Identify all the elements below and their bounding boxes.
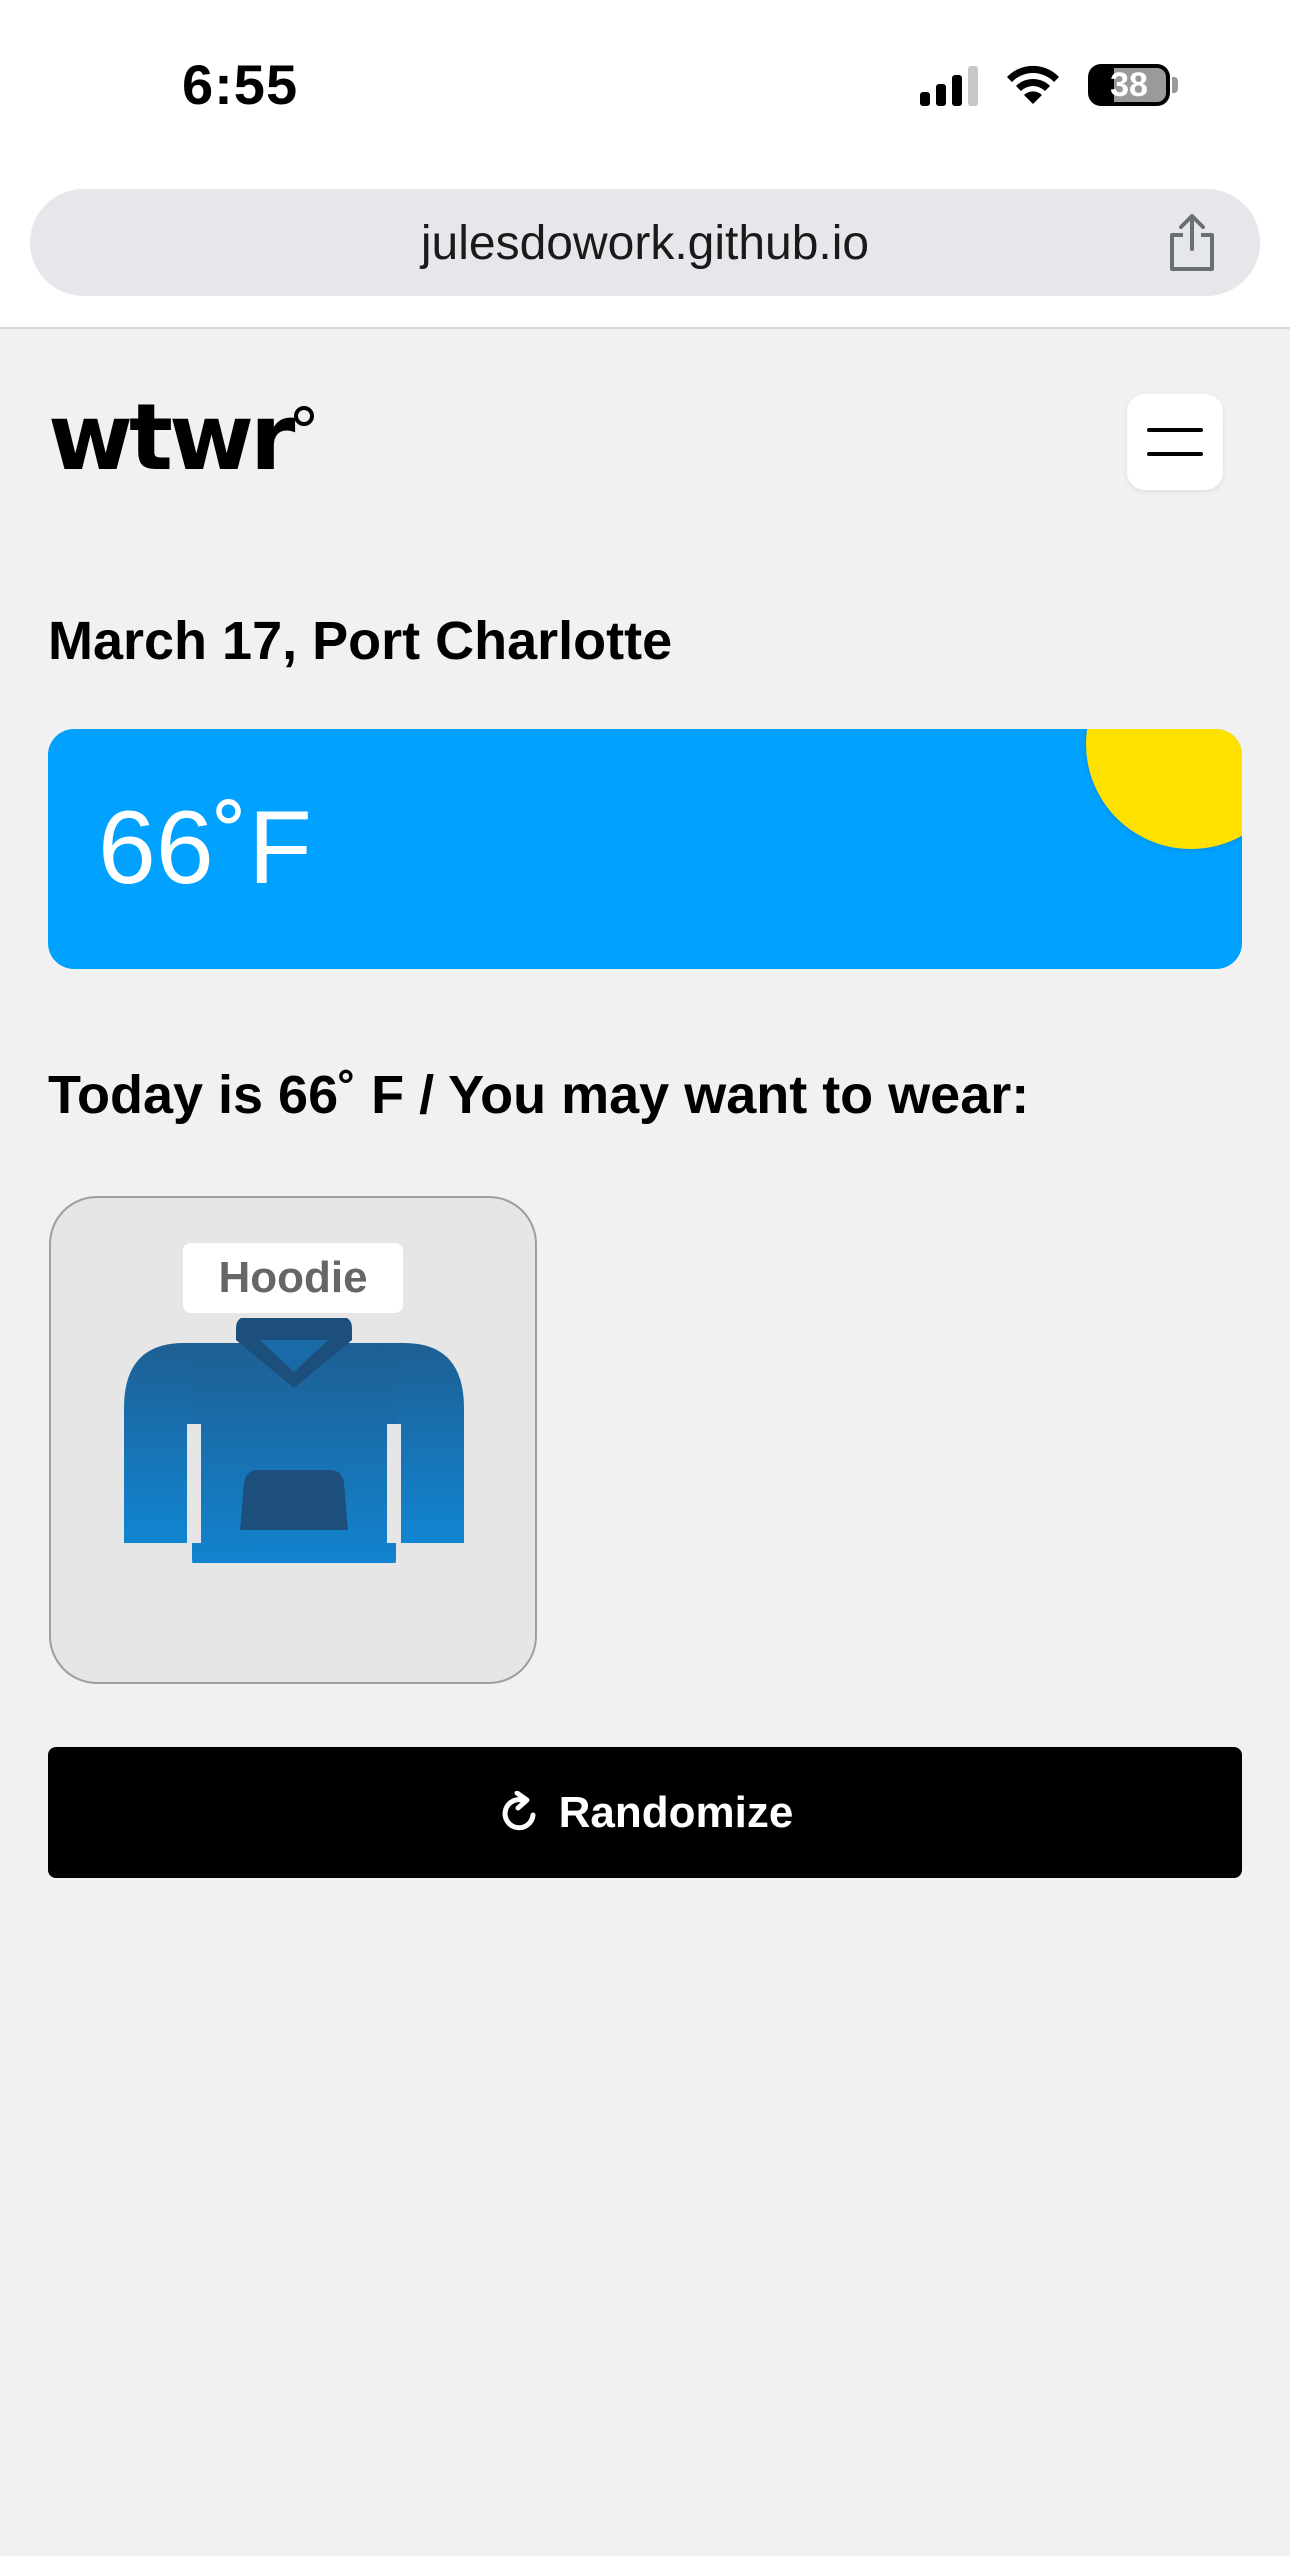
randomize-button[interactable]: Randomize (48, 1747, 1242, 1878)
date-location: March 17, Port Charlotte (48, 611, 673, 671)
cellular-signal-icon (920, 64, 978, 106)
battery-icon: 38 (1088, 64, 1170, 106)
randomize-label: Randomize (558, 1787, 794, 1837)
logo-degree-mark (294, 406, 314, 426)
wifi-icon (1007, 65, 1059, 104)
refresh-icon (502, 1790, 536, 1830)
url-text: julesdowork.github.io (420, 217, 870, 270)
battery-level: 38 (1110, 65, 1148, 104)
address-bar[interactable]: julesdowork.github.io (30, 189, 1260, 296)
recommendation-text: Today is 66˚ F / You may want to wear: (48, 1065, 1030, 1125)
temperature: 66˚F (98, 790, 312, 906)
weather-card: 66˚F (48, 729, 1242, 969)
share-icon[interactable] (1164, 213, 1220, 273)
item-name: Hoodie (183, 1243, 403, 1313)
hamburger-menu-icon[interactable] (1127, 394, 1223, 490)
status-time: 6:55 (182, 53, 299, 116)
browser-chrome: 6:55 38 julesdowork.github.io (0, 0, 1290, 329)
sun-icon (1086, 729, 1242, 849)
status-icons: 38 (920, 62, 1178, 108)
app-logo[interactable]: wtwr (48, 392, 295, 484)
hoodie-icon (124, 1318, 464, 1563)
